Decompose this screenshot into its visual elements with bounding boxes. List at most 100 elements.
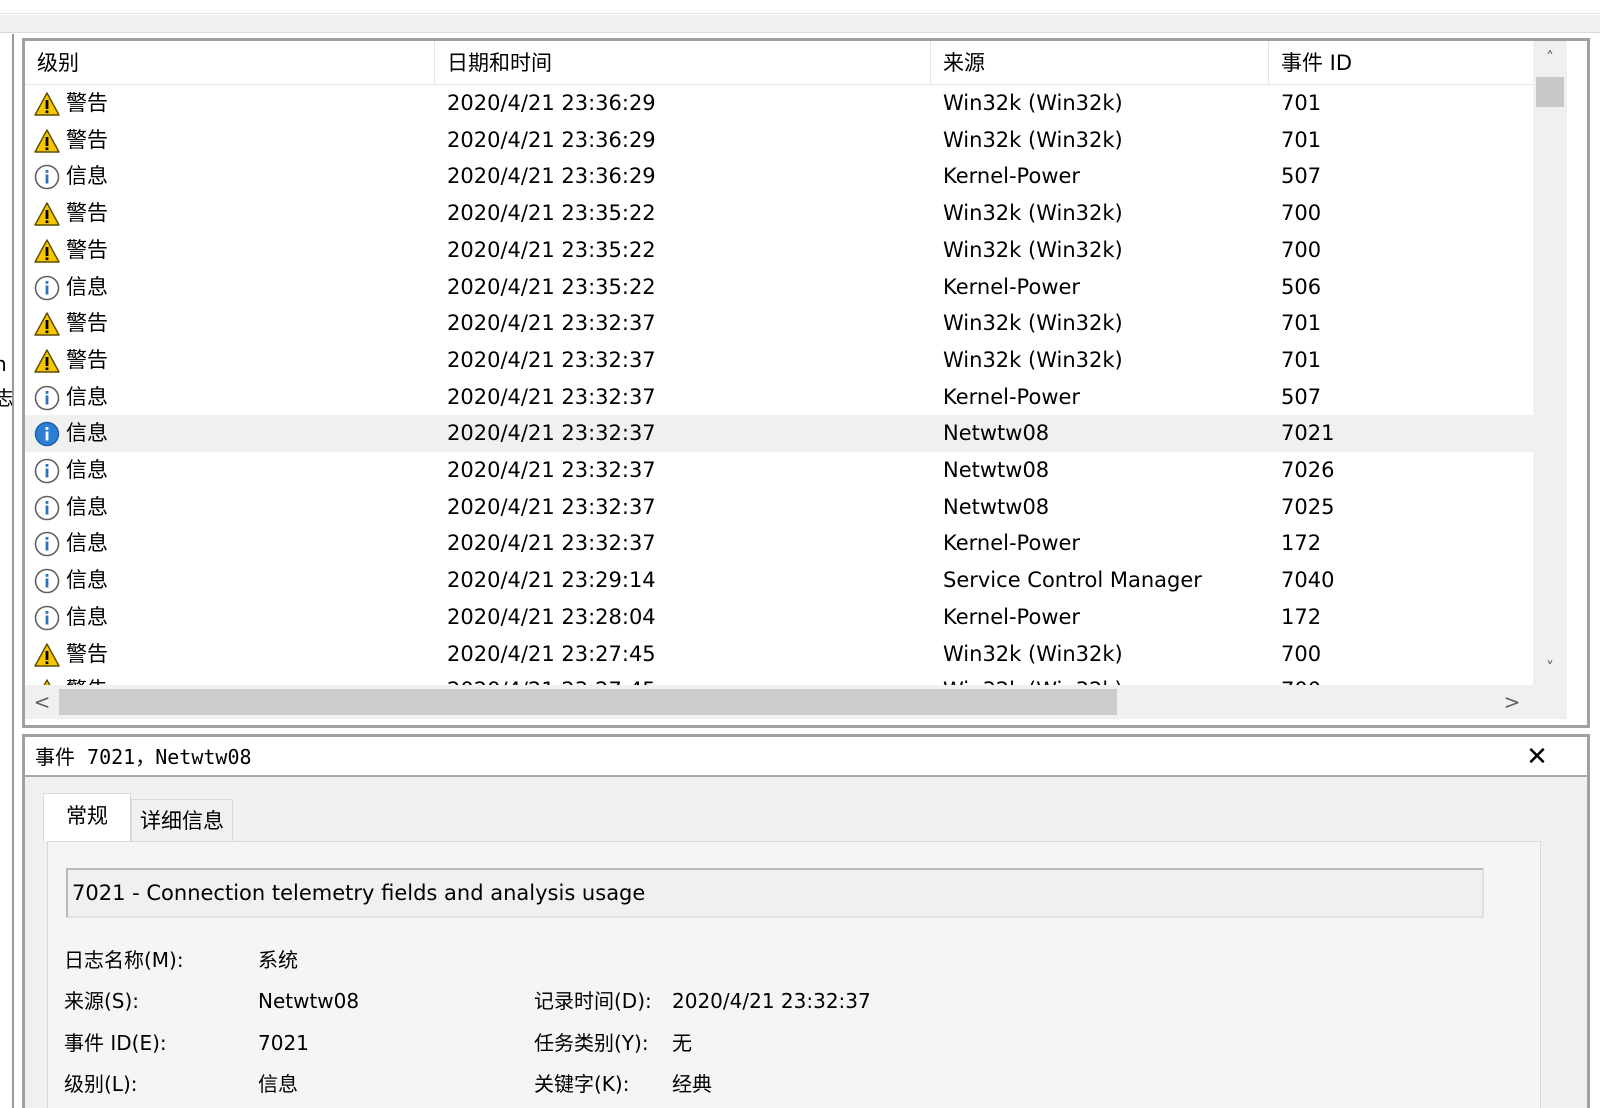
table-row[interactable]: 警告 2020/4/21 23:27:45 Win32k (Win32k) 700 <box>25 636 1533 673</box>
cell-datetime: 2020/4/21 23:29:14 <box>447 568 656 593</box>
cell-source: Service Control Manager <box>943 568 1202 593</box>
cell-level: 警告 <box>66 91 108 115</box>
vertical-scrollbar[interactable]: ˄ ˅ <box>1533 41 1567 685</box>
info-icon <box>34 458 60 484</box>
cell-source: Netwtw08 <box>943 421 1050 446</box>
cell-event-id: 700 <box>1281 201 1322 226</box>
table-row[interactable]: 警告 2020/4/21 23:32:37 Win32k (Win32k) 701 <box>25 342 1533 379</box>
table-row[interactable]: 警告 2020/4/21 23:32:37 Win32k (Win32k) 701 <box>25 305 1533 342</box>
cell-source: Win32k (Win32k) <box>943 91 1123 115</box>
cell-datetime: 2020/4/21 23:36:29 <box>447 164 656 189</box>
info-icon <box>34 495 60 521</box>
cell-source: Kernel-Power <box>943 531 1081 556</box>
cell-source: Win32k (Win32k) <box>943 201 1123 226</box>
horizontal-scrollbar[interactable]: < > <box>25 685 1567 719</box>
table-row[interactable]: 信息 2020/4/21 23:32:37 Netwtw08 7025 <box>25 489 1533 526</box>
cell-event-id: 701 <box>1281 127 1322 152</box>
table-row[interactable]: 信息 2020/4/21 23:29:14 Service Control Mana… <box>25 562 1533 599</box>
left-pane-text-fragment: 志 <box>0 382 12 411</box>
table-row[interactable]: 警告 2020/4/21 23:35:22 Win32k (Win32k) 700 <box>25 232 1533 269</box>
scroll-left-icon[interactable]: < <box>25 685 59 719</box>
general-tab-content: 7021 - Connection telemetry fields and a… <box>47 841 1541 1108</box>
info-icon <box>34 164 60 190</box>
cell-level: 警告 <box>66 201 108 226</box>
cell-level: 信息 <box>66 531 108 556</box>
event-description-box[interactable]: 7021 - Connection telemetry fields and a… <box>66 868 1484 918</box>
keywords-label: 关键字(K): <box>534 1072 630 1096</box>
cell-datetime: 2020/4/21 23:35:22 <box>447 237 656 262</box>
warning-icon <box>34 91 60 117</box>
column-header-event-id[interactable]: 事件 ID <box>1269 41 1533 85</box>
info-icon <box>34 531 60 557</box>
table-row[interactable]: 信息 2020/4/21 23:32:37 Kernel-Power 507 <box>25 379 1533 416</box>
cell-level: 警告 <box>66 311 108 336</box>
cell-level: 警告 <box>66 237 108 262</box>
source-value: Netwtw08 <box>258 989 360 1013</box>
logged-time-label: 记录时间(D): <box>534 989 652 1013</box>
cell-source: Netwtw08 <box>943 494 1050 519</box>
keywords-value: 经典 <box>672 1072 712 1096</box>
table-row[interactable]: 警告 2020/4/21 23:35:22 Win32k (Win32k) 700 <box>25 195 1533 232</box>
scroll-down-icon[interactable]: ˅ <box>1533 651 1567 685</box>
scroll-up-icon[interactable]: ˄ <box>1533 41 1567 75</box>
event-detail-panel: 事件 7021，Netwtw08 ✕ 常规 详细信息 7021 - Connec… <box>22 734 1590 1108</box>
log-name-value: 系统 <box>258 948 298 972</box>
cell-source: Kernel-Power <box>943 384 1081 409</box>
column-header-source[interactable]: 来源 <box>931 41 1269 85</box>
horizontal-scroll-thumb[interactable] <box>59 689 1117 715</box>
table-row[interactable]: 信息 2020/4/21 23:32:37 Netwtw08 7026 <box>25 452 1533 489</box>
cell-event-id: 7021 <box>1281 421 1335 446</box>
event-id-label: 事件 ID(E): <box>64 1031 167 1055</box>
table-row[interactable]: 信息 2020/4/21 23:28:04 Kernel-Power 172 <box>25 599 1533 636</box>
vertical-scroll-thumb[interactable] <box>1536 77 1564 107</box>
cell-level: 警告 <box>66 672 108 685</box>
cell-datetime: 2020/4/21 23:32:37 <box>447 384 656 409</box>
cell-source: Win32k (Win32k) <box>943 641 1123 666</box>
warning-icon <box>34 348 60 374</box>
cell-datetime: 2020/4/21 23:32:37 <box>447 494 656 519</box>
cell-event-id: 7040 <box>1281 568 1335 593</box>
cell-event-id: 700 <box>1281 672 1321 685</box>
info-icon <box>34 605 60 631</box>
info-icon <box>34 275 60 301</box>
tab-details[interactable]: 详细信息 <box>131 799 233 841</box>
cell-datetime: 2020/4/21 23:27:45 <box>447 672 656 685</box>
cell-source: Kernel-Power <box>943 274 1081 299</box>
cell-datetime: 2020/4/21 23:32:37 <box>447 531 656 556</box>
cell-level: 信息 <box>66 604 108 629</box>
table-row[interactable]: 信息 2020/4/21 23:32:37 Netwtw08 7021 <box>25 415 1533 453</box>
cell-datetime: 2020/4/21 23:32:37 <box>447 421 656 446</box>
table-row[interactable]: 警告 2020/4/21 23:27:45 Win32k (Win32k) 700 <box>25 672 1533 685</box>
cell-event-id: 700 <box>1281 237 1322 262</box>
warning-icon <box>34 642 60 668</box>
tab-general[interactable]: 常规 <box>43 793 131 841</box>
detail-title: 事件 7021，Netwtw08 <box>35 745 252 769</box>
info-icon <box>34 385 60 411</box>
cell-source: Kernel-Power <box>943 164 1081 189</box>
table-row[interactable]: 信息 2020/4/21 23:36:29 Kernel-Power 507 <box>25 158 1533 195</box>
cell-level: 信息 <box>66 384 108 409</box>
table-row[interactable]: 警告 2020/4/21 23:36:29 Win32k (Win32k) 701 <box>25 122 1533 159</box>
left-pane-text-fragment: n <box>0 352 7 376</box>
event-id-value: 7021 <box>258 1031 309 1055</box>
cell-datetime: 2020/4/21 23:32:37 <box>447 458 656 482</box>
event-description: 7021 - Connection telemetry fields and a… <box>72 881 646 905</box>
cell-source: Netwtw08 <box>943 458 1050 482</box>
scroll-right-icon[interactable]: > <box>1495 685 1529 719</box>
cell-datetime: 2020/4/21 23:35:22 <box>447 201 656 226</box>
close-icon[interactable]: ✕ <box>1519 739 1555 775</box>
level-label: 级别(L): <box>64 1072 138 1096</box>
warning-icon <box>34 311 60 337</box>
event-list-rows: 警告 2020/4/21 23:36:29 Win32k (Win32k) 701 警告… <box>25 85 1533 685</box>
table-row[interactable]: 警告 2020/4/21 23:36:29 Win32k (Win32k) 701 <box>25 85 1533 122</box>
table-row[interactable]: 信息 2020/4/21 23:35:22 Kernel-Power 506 <box>25 269 1533 306</box>
warning-icon <box>34 238 60 264</box>
log-name-label: 日志名称(M): <box>64 948 184 972</box>
column-header-datetime[interactable]: 日期和时间 <box>435 41 931 85</box>
left-navigation-pane[interactable]: n 志 <box>0 34 14 1108</box>
column-header-level[interactable]: 级别 <box>25 41 435 85</box>
detail-title-bar: 事件 7021，Netwtw08 ✕ <box>25 737 1587 777</box>
cell-event-id: 701 <box>1281 347 1322 372</box>
cell-datetime: 2020/4/21 23:32:37 <box>447 347 656 372</box>
table-row[interactable]: 信息 2020/4/21 23:32:37 Kernel-Power 172 <box>25 525 1533 562</box>
